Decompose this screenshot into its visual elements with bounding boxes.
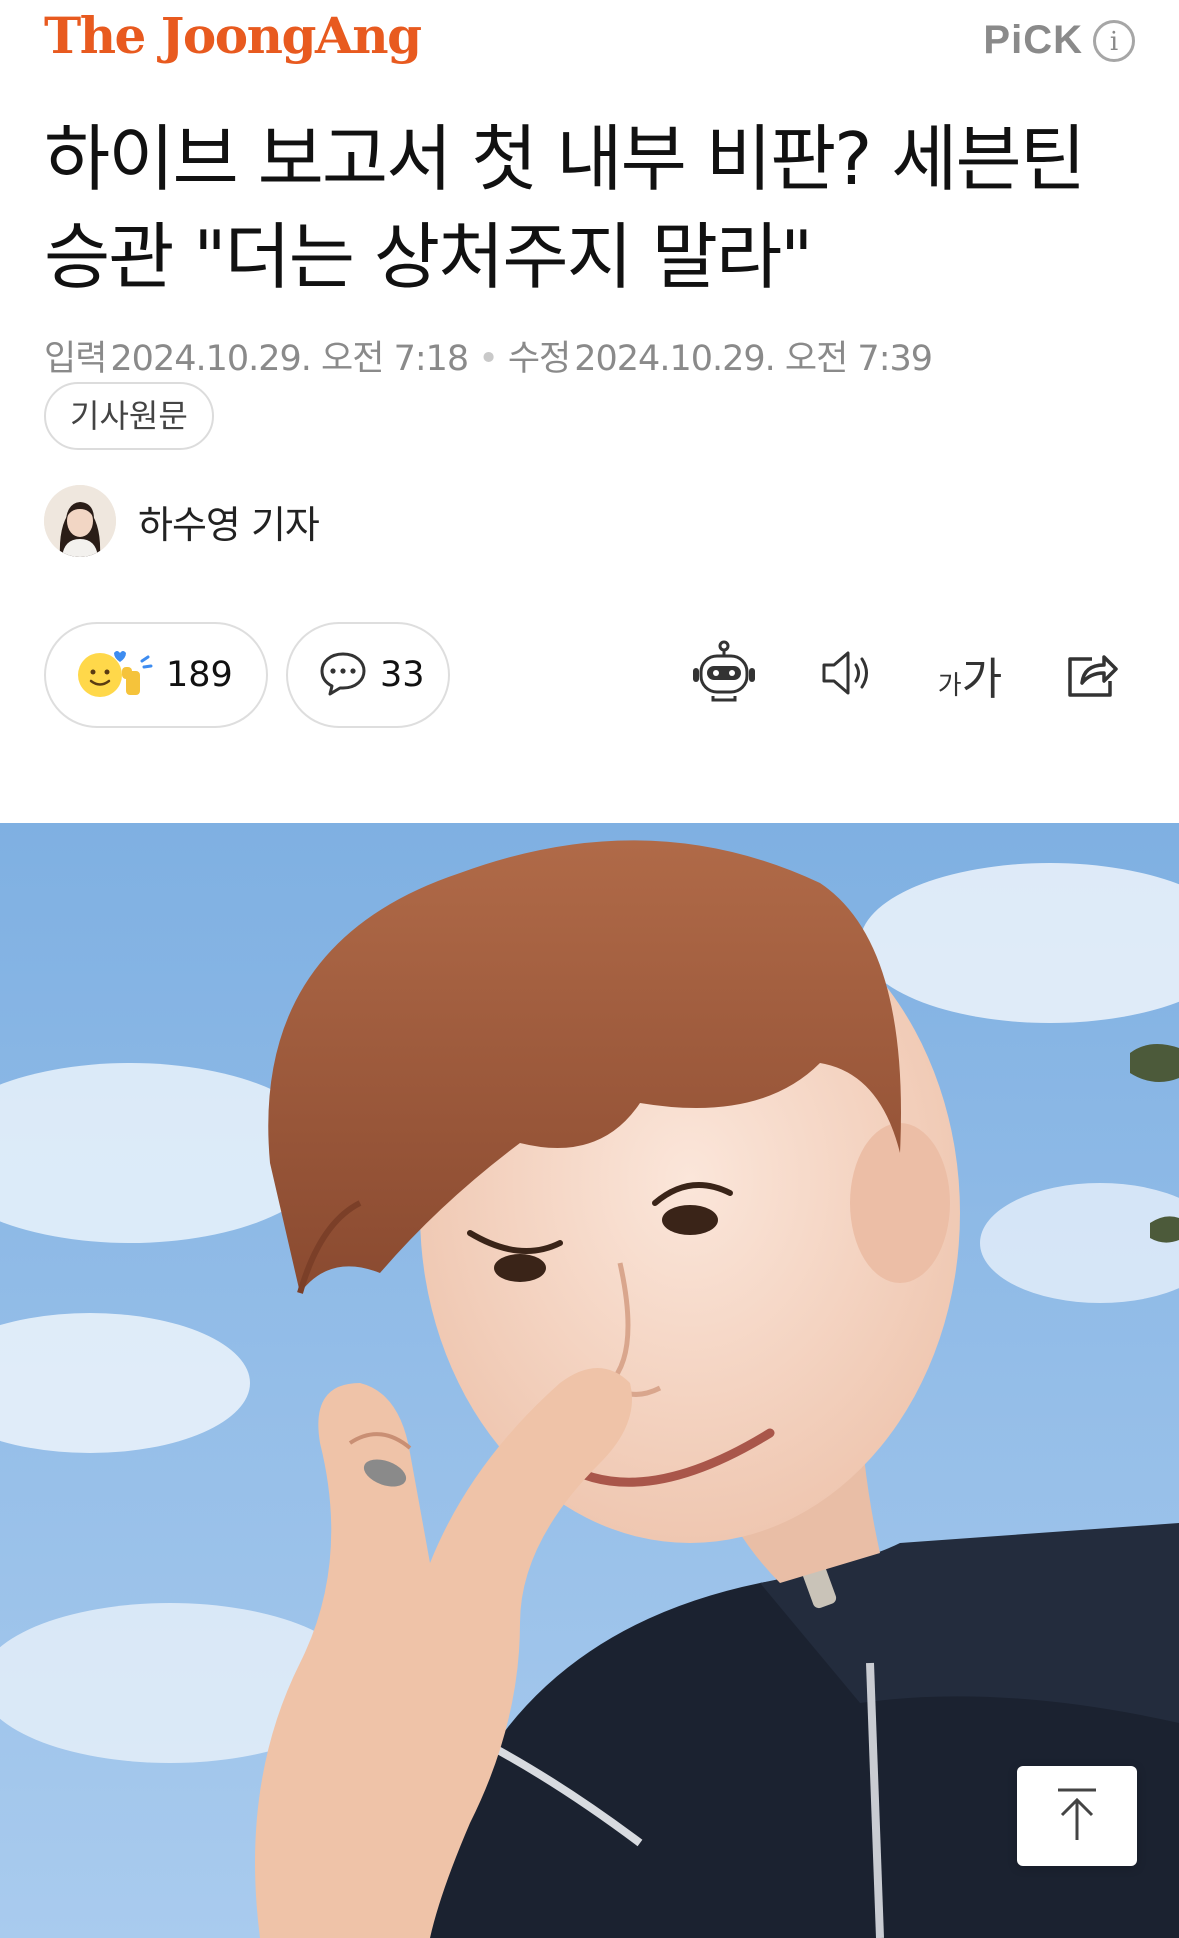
edit-label: 수정 [507,339,571,379]
article-dates: 입력 2024.10.29. 오전 7:18 • 수정 2024.10.29. 오전 7… [44,330,933,381]
info-icon[interactable] [1093,19,1135,62]
pick-label: PiCK [983,18,1083,62]
comment-count: 33 [380,655,425,695]
reaction-button[interactable]: 189 [44,622,268,728]
comment-icon [318,649,368,701]
arrow-up-icon [1052,1784,1102,1848]
font-small-glyph: 가 [937,671,962,701]
font-size-button[interactable]: 가가 [930,635,1010,715]
share-icon [1062,645,1122,705]
author-avatar[interactable] [44,485,116,557]
original-article-button[interactable]: 기사원문 [44,382,214,450]
article-photo [0,823,1179,1938]
brand-logo[interactable]: The JoongAng [44,6,422,65]
comment-button[interactable]: 33 [286,622,450,728]
audio-speaker-icon [818,648,878,702]
author-row[interactable]: 하수영 기자 [44,485,320,557]
reaction-count: 189 [166,655,233,695]
reaction-emoji-icon [74,645,154,705]
input-label: 입력 [44,339,107,379]
summary-bot-button[interactable] [684,635,764,715]
summary-bot-icon [689,640,759,710]
pick-badge[interactable]: PiCK [983,18,1135,63]
scroll-top-button[interactable] [1017,1766,1137,1866]
font-large-glyph: 가 [961,654,1003,705]
input-date: 2024.10.29. 오전 7:18 [110,339,469,379]
audio-button[interactable] [808,635,888,715]
article-title: 하이브 보고서 첫 내부 비판? 세븐틴 승관 "더는 상처주지 말라" [44,117,1086,299]
share-button[interactable] [1052,635,1132,715]
edit-date: 2024.10.29. 오전 7:39 [574,339,933,379]
app-header: The JoongAng PiCK [0,0,1179,90]
author-name[interactable]: 하수영 기자 [138,494,320,549]
font-size-icon: 가가 [938,643,1002,707]
date-separator: • [478,339,499,379]
